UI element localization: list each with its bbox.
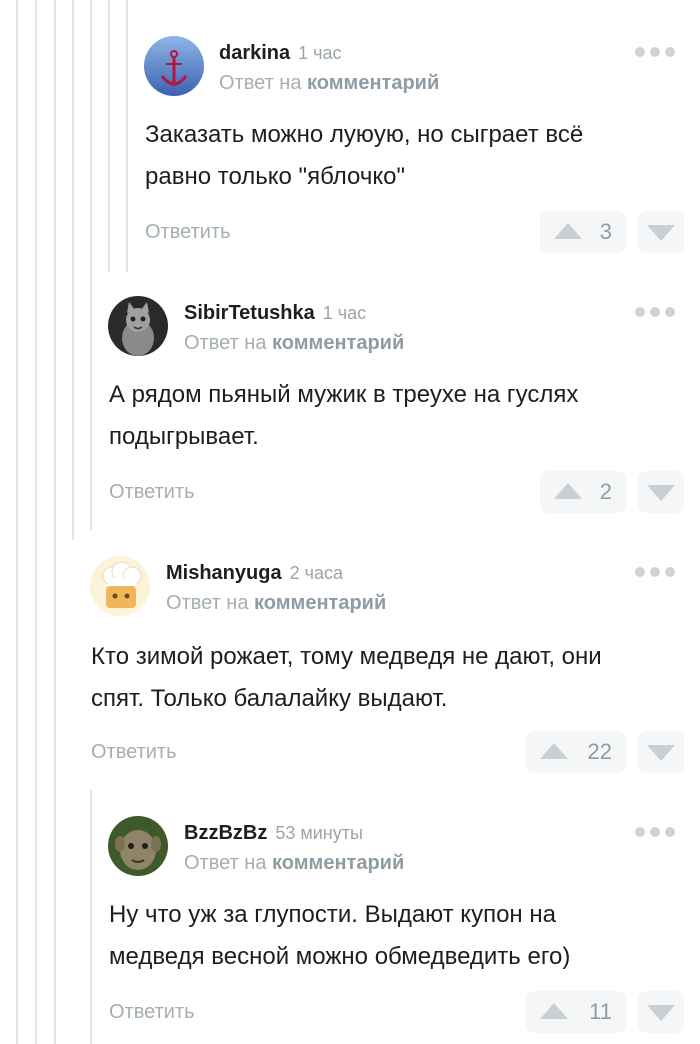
- comment: darkina 1 час Ответ на комментарий Заказа…: [0, 0, 700, 270]
- author-name[interactable]: darkina 1 час: [219, 42, 342, 65]
- reply-to: Ответ на комментарий: [166, 592, 387, 614]
- comment-text: А рядом пьяный мужик в треухе на гуслях …: [109, 381, 579, 450]
- more-icon[interactable]: [635, 825, 675, 839]
- avatar[interactable]: [108, 296, 168, 356]
- downvote-button[interactable]: [638, 211, 684, 253]
- downvote-button[interactable]: [638, 471, 684, 513]
- avatar[interactable]: [144, 36, 204, 96]
- author-name[interactable]: BzzBzBz 53 минуты: [184, 822, 363, 845]
- more-icon[interactable]: [635, 565, 675, 579]
- arrow-down-icon: [647, 1005, 675, 1021]
- creature-photo-icon: [108, 816, 168, 876]
- reply-to-link[interactable]: комментарий: [272, 332, 404, 354]
- reply-to-link[interactable]: комментарий: [272, 852, 404, 874]
- downvote-button[interactable]: [638, 991, 684, 1033]
- reply-to: Ответ на комментарий: [184, 852, 405, 874]
- reply-button[interactable]: Ответить: [145, 221, 231, 244]
- arrow-up-icon: [554, 223, 582, 239]
- anchor-icon: [144, 36, 204, 96]
- reply-to-link[interactable]: комментарий: [307, 72, 439, 94]
- comment-time: 1 час: [322, 303, 367, 323]
- upvote-button[interactable]: 3: [540, 211, 626, 253]
- comment-time: 1 час: [298, 43, 342, 63]
- reply-button[interactable]: Ответить: [91, 741, 177, 764]
- comment-text: Ну что уж за глупости. Выдают купон на м…: [109, 901, 571, 970]
- arrow-down-icon: [647, 485, 675, 501]
- arrow-up-icon: [540, 1003, 568, 1019]
- comment-time: 53 минуты: [275, 823, 363, 843]
- vote-count: 3: [599, 219, 612, 244]
- comment: Mishanyuga 2 часа Ответ на комментарий Кт…: [0, 530, 700, 790]
- downvote-button[interactable]: [638, 731, 684, 773]
- author-name[interactable]: Mishanyuga 2 часа: [166, 562, 343, 585]
- comment-time: 2 часа: [289, 563, 343, 583]
- arrow-up-icon: [554, 483, 582, 499]
- more-icon[interactable]: [635, 45, 675, 59]
- reply-to: Ответ на комментарий: [219, 72, 440, 94]
- comment-text: Заказать можно луюую, но сыграет всё рав…: [145, 121, 584, 190]
- comment: SibirTetushka 1 час Ответ на комментарий …: [0, 270, 700, 530]
- arrow-down-icon: [647, 225, 675, 241]
- arrow-down-icon: [647, 745, 675, 761]
- avatar[interactable]: [108, 816, 168, 876]
- avatar[interactable]: [90, 556, 150, 616]
- reply-to-link[interactable]: комментарий: [254, 592, 386, 614]
- chef-icon: [90, 556, 150, 616]
- cat-photo-icon: [108, 296, 168, 356]
- more-icon[interactable]: [635, 305, 675, 319]
- upvote-button[interactable]: 2: [540, 471, 626, 513]
- comment: BzzBzBz 53 минуты Ответ на комментарий Ну…: [0, 790, 700, 1044]
- reply-button[interactable]: Ответить: [109, 481, 195, 504]
- upvote-button[interactable]: 22: [526, 731, 626, 773]
- upvote-button[interactable]: 11: [526, 991, 626, 1033]
- vote-count: 22: [587, 739, 612, 764]
- vote-count: 2: [599, 479, 612, 504]
- reply-button[interactable]: Ответить: [109, 1001, 195, 1024]
- arrow-up-icon: [540, 743, 568, 759]
- author-name[interactable]: SibirTetushka 1 час: [184, 302, 366, 325]
- comment-text: Кто зимой рожает, тому медведя не дают, …: [91, 643, 602, 712]
- reply-to: Ответ на комментарий: [184, 332, 405, 354]
- vote-count: 11: [589, 999, 612, 1024]
